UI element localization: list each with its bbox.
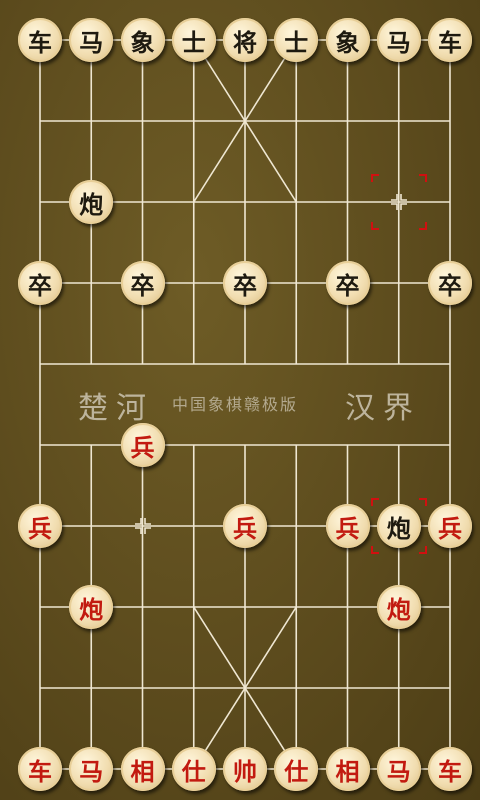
river-label-chu: 楚河 [78, 391, 154, 426]
red-piece[interactable]: 兵 [18, 504, 62, 548]
game-title-text: 中国象棋赣极版 [172, 395, 299, 414]
move-marker-corner [418, 174, 427, 182]
red-piece[interactable]: 仕 [171, 747, 216, 791]
red-piece[interactable]: 帅 [223, 747, 267, 791]
move-marker-corner [418, 498, 427, 506]
black-piece[interactable]: 马 [69, 18, 114, 62]
river-label-han: 汉界 [345, 391, 421, 426]
black-piece[interactable]: 马 [376, 18, 421, 62]
red-piece[interactable]: 车 [428, 747, 472, 791]
red-piece[interactable]: 马 [376, 747, 421, 791]
black-piece[interactable]: 车 [18, 18, 62, 62]
red-piece[interactable]: 仕 [274, 747, 319, 791]
move-marker-corner [418, 222, 427, 230]
red-piece[interactable]: 兵 [120, 423, 165, 467]
black-piece[interactable]: 卒 [120, 261, 165, 305]
move-marker-corner [370, 222, 379, 230]
red-piece[interactable]: 车 [18, 747, 62, 791]
black-piece[interactable]: 将 [223, 18, 267, 62]
black-piece[interactable]: 卒 [325, 261, 370, 305]
black-piece[interactable]: 象 [325, 18, 370, 62]
black-piece[interactable]: 炮 [376, 504, 421, 548]
move-marker-corner [370, 498, 379, 506]
xiangqi-board[interactable]: 楚河 中国象棋赣极版 汉界 车马象士将士象马车炮卒卒卒卒卒兵兵兵兵炮兵炮炮车马相… [0, 0, 480, 800]
black-piece[interactable]: 车 [428, 18, 472, 62]
red-piece[interactable]: 炮 [376, 585, 421, 629]
move-marker-corner [370, 174, 379, 182]
black-piece[interactable]: 士 [171, 18, 216, 62]
crosshair-icon [389, 192, 409, 212]
red-piece[interactable]: 马 [69, 747, 114, 791]
crosshair-icon [133, 516, 153, 536]
black-piece[interactable]: 卒 [18, 261, 62, 305]
red-piece[interactable]: 兵 [428, 504, 472, 548]
black-piece[interactable]: 士 [274, 18, 319, 62]
black-piece[interactable]: 卒 [428, 261, 472, 305]
red-piece[interactable]: 相 [120, 747, 165, 791]
red-piece[interactable]: 相 [325, 747, 370, 791]
black-piece[interactable]: 卒 [223, 261, 267, 305]
move-marker-corner [370, 546, 379, 554]
black-piece[interactable]: 象 [120, 18, 165, 62]
red-piece[interactable]: 炮 [69, 585, 114, 629]
black-piece[interactable]: 炮 [69, 180, 114, 224]
red-piece[interactable]: 兵 [325, 504, 370, 548]
red-piece[interactable]: 兵 [223, 504, 267, 548]
move-marker-corner [418, 546, 427, 554]
